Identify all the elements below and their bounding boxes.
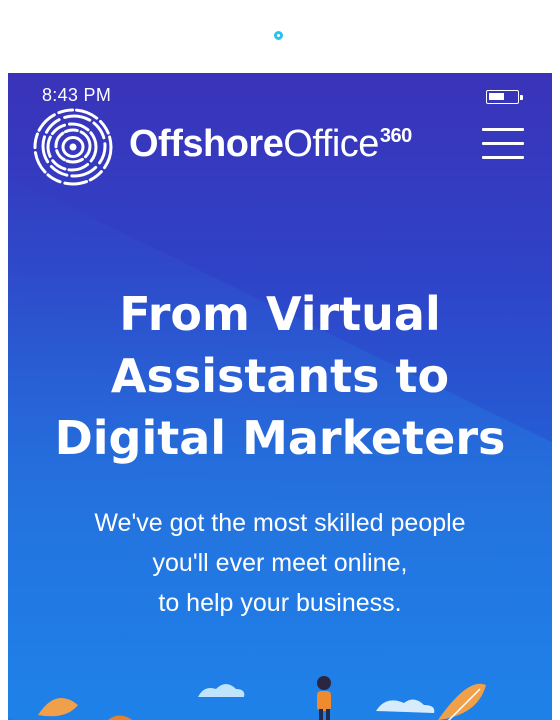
brand-wordmark[interactable]: OffshoreOffice360 bbox=[129, 121, 412, 167]
hero-title-line-1: From Virtual bbox=[119, 287, 441, 341]
status-bar-time: 8:43 PM bbox=[42, 85, 112, 105]
hero-subtitle-line-2: you'll ever meet online, bbox=[152, 549, 408, 577]
left-leaf-shape bbox=[38, 697, 78, 717]
brand-name-superscript: 360 bbox=[379, 125, 412, 147]
offshore-office-logo-icon[interactable] bbox=[32, 106, 114, 188]
hamburger-menu-icon-bar-middle bbox=[482, 142, 524, 145]
hero-title-line-3: Digital Marketers bbox=[54, 411, 506, 465]
hero-illustration bbox=[38, 676, 486, 720]
page-root: 8:43 PM OffshoreOffice360 From Virtual A… bbox=[0, 0, 560, 720]
battery-level bbox=[489, 93, 504, 100]
hero-subtitle-line-1: We've got the most skilled people bbox=[94, 509, 466, 537]
loading-indicator-icon bbox=[274, 31, 283, 40]
hero-subtitle-line-3: to help your business. bbox=[158, 589, 402, 617]
brand-name-light: Office bbox=[283, 123, 379, 165]
left-plant-shape bbox=[108, 715, 133, 720]
hamburger-menu-button[interactable] bbox=[482, 126, 526, 162]
battery-nub bbox=[520, 94, 523, 100]
battery-icon bbox=[486, 90, 523, 104]
cloud-left-icon bbox=[198, 684, 245, 697]
hero-title-line-2: Assistants to bbox=[110, 349, 450, 403]
hamburger-menu-icon-bar-top bbox=[482, 128, 524, 131]
mobile-viewport: 8:43 PM OffshoreOffice360 From Virtual A… bbox=[8, 73, 552, 720]
person-figure-icon bbox=[317, 676, 331, 720]
cloud-right-icon bbox=[376, 699, 435, 713]
brand-name-bold: Offshore bbox=[129, 123, 284, 165]
hero-title: From Virtual Assistants to Digital Marke… bbox=[8, 283, 552, 469]
hamburger-menu-icon-bar-bottom bbox=[482, 156, 524, 159]
hero-subtitle: We've got the most skilled people you'll… bbox=[8, 503, 552, 623]
